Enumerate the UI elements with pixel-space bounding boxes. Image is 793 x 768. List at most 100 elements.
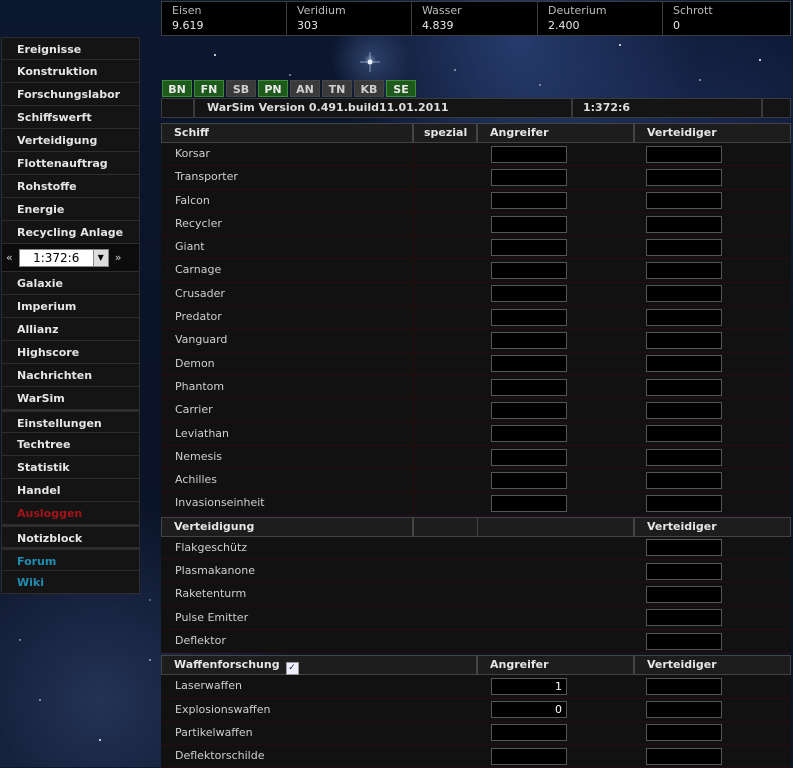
row-defender-cell [634, 399, 791, 421]
nav-einstellungen[interactable]: Einstellungen [1, 410, 140, 433]
crusader-defender-input[interactable] [646, 285, 722, 303]
predator-attacker-input[interactable] [491, 308, 567, 326]
predator-defender-input[interactable] [646, 308, 722, 326]
transporter-defender-input[interactable] [646, 168, 722, 186]
nav-schiffswerft[interactable]: Schiffswerft [1, 106, 140, 129]
nav-ausloggen[interactable]: Ausloggen [1, 502, 140, 525]
invasionseinheit-attacker-input[interactable] [491, 495, 567, 513]
tab-kb[interactable]: KB [354, 80, 384, 97]
achilles-defender-input[interactable] [646, 471, 722, 489]
leviathan-defender-input[interactable] [646, 425, 722, 443]
nemesis-defender-input[interactable] [646, 448, 722, 466]
giant-attacker-input[interactable] [491, 238, 567, 256]
demon-attacker-input[interactable] [491, 355, 567, 373]
nav-highscore[interactable]: Highscore [1, 341, 140, 364]
flakgesch-tz-defender-input[interactable] [646, 539, 722, 557]
tab-pn[interactable]: PN [258, 80, 288, 97]
pulse-emitter-defender-input[interactable] [646, 609, 722, 627]
nav-forum[interactable]: Forum [1, 548, 140, 571]
row-special-cell [413, 699, 477, 721]
falcon-attacker-input[interactable] [491, 192, 567, 210]
chevron-down-icon[interactable]: ▼ [92, 249, 108, 266]
tab-fn[interactable]: FN [194, 80, 224, 97]
ships-col-name: Schiff [161, 123, 413, 143]
transporter-attacker-input[interactable] [491, 168, 567, 186]
vanguard-defender-input[interactable] [646, 332, 722, 350]
demon-defender-input[interactable] [646, 355, 722, 373]
nav-verteidigung[interactable]: Verteidigung [1, 129, 140, 152]
invasionseinheit-defender-input[interactable] [646, 495, 722, 513]
raketenturm-defender-input[interactable] [646, 585, 722, 603]
laserwaffen-defender-input[interactable] [646, 677, 722, 695]
crusader-attacker-input[interactable] [491, 285, 567, 303]
deflektorschilde-attacker-input[interactable] [491, 747, 567, 765]
giant-defender-input[interactable] [646, 238, 722, 256]
tab-an[interactable]: AN [290, 80, 320, 97]
recycler-defender-input[interactable] [646, 215, 722, 233]
row-label: Deflektorschilde [175, 749, 265, 763]
tab-tn[interactable]: TN [322, 80, 352, 97]
carnage-attacker-input[interactable] [491, 262, 567, 280]
resource-value: 9.619 [172, 19, 204, 32]
phantom-attacker-input[interactable] [491, 378, 567, 396]
achilles-attacker-input[interactable] [491, 471, 567, 489]
row-defender-cell [634, 213, 791, 235]
nav-konstruktion[interactable]: Konstruktion [1, 60, 140, 83]
explosionswaffen-defender-input[interactable] [646, 701, 722, 719]
weapons-checkbox[interactable]: ✓ [285, 662, 299, 676]
row-defender-cell [634, 446, 791, 468]
korsar-attacker-input[interactable] [491, 145, 567, 163]
row-label: Phantom [175, 379, 225, 393]
carrier-attacker-input[interactable] [491, 401, 567, 419]
partikelwaffen-attacker-input[interactable] [491, 724, 567, 742]
nav-recycling-anlage[interactable]: Recycling Anlage [1, 221, 140, 244]
row-defender-cell [634, 583, 791, 605]
table-row: Phantom [161, 375, 791, 400]
phantom-defender-input[interactable] [646, 378, 722, 396]
nav-ereignisse[interactable]: Ereignisse [1, 37, 140, 60]
tab-se[interactable]: SE [386, 80, 416, 97]
warsim-tabs: BN FN SB PN AN TN KB SE [162, 80, 416, 97]
nav-nachrichten[interactable]: Nachrichten [1, 364, 140, 387]
laserwaffen-attacker-input[interactable]: 1 [491, 677, 567, 695]
explosionswaffen-attacker-input[interactable]: 0 [491, 701, 567, 719]
nav-rohstoffe[interactable]: Rohstoffe [1, 175, 140, 198]
tab-bn[interactable]: BN [162, 80, 192, 97]
planet-select[interactable]: 1:372:6 ▼ [18, 248, 109, 267]
row-label: Falcon [175, 193, 210, 207]
tab-sb[interactable]: SB [226, 80, 256, 97]
nav-wiki[interactable]: Wiki [1, 571, 140, 594]
row-attacker-cell [477, 143, 634, 165]
carrier-defender-input[interactable] [646, 401, 722, 419]
falcon-defender-input[interactable] [646, 192, 722, 210]
deflektorschilde-defender-input[interactable] [646, 747, 722, 765]
nemesis-attacker-input[interactable] [491, 448, 567, 466]
deflektor-defender-input[interactable] [646, 632, 722, 650]
table-row: Giant [161, 236, 791, 260]
nav-flottenauftrag[interactable]: Flottenauftrag [1, 152, 140, 175]
nav-techtree[interactable]: Techtree [1, 433, 140, 456]
nav-imperium[interactable]: Imperium [1, 295, 140, 318]
prev-planet-button[interactable]: « [6, 251, 13, 264]
vanguard-attacker-input[interactable] [491, 332, 567, 350]
nav-galaxie[interactable]: Galaxie [1, 272, 140, 295]
nav-allianz[interactable]: Allianz [1, 318, 140, 341]
leviathan-attacker-input[interactable] [491, 425, 567, 443]
carnage-defender-input[interactable] [646, 262, 722, 280]
partikelwaffen-defender-input[interactable] [646, 724, 722, 742]
nav-warsim[interactable]: WarSim [1, 387, 140, 410]
row-defender-cell [634, 537, 791, 559]
korsar-defender-input[interactable] [646, 145, 722, 163]
next-planet-button[interactable]: » [115, 251, 122, 264]
version-right-cell [762, 98, 791, 118]
row-defender-cell [634, 190, 791, 212]
nav-statistik[interactable]: Statistik [1, 456, 140, 479]
nav-energie[interactable]: Energie [1, 198, 140, 221]
nav-notizblock[interactable]: Notizblock [1, 525, 140, 548]
nav-handel[interactable]: Handel [1, 479, 140, 502]
weapons-col-name: Waffenforschung ✓ [161, 655, 477, 676]
nav-forschungslabor[interactable]: Forschungslabor [1, 83, 140, 106]
table-row: Carnage [161, 259, 791, 283]
plasmakanone-defender-input[interactable] [646, 562, 722, 580]
recycler-attacker-input[interactable] [491, 215, 567, 233]
